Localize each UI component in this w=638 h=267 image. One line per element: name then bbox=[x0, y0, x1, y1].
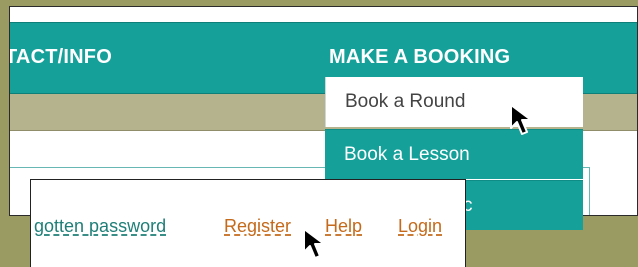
dropdown-book-a-lesson[interactable]: Book a Lesson bbox=[325, 129, 583, 179]
forgotten-password-link[interactable]: gotten password bbox=[34, 216, 166, 237]
mouse-cursor-icon bbox=[301, 227, 335, 261]
content-divider-vertical bbox=[589, 167, 590, 215]
login-link[interactable]: Login bbox=[398, 216, 442, 237]
dropdown-book-a-round[interactable]: Book a Round bbox=[325, 77, 583, 127]
nav-contact-info[interactable]: TACT/INFO bbox=[10, 46, 112, 69]
login-links-window: gotten password Register Help Login bbox=[30, 179, 466, 267]
mouse-cursor-icon bbox=[508, 103, 542, 137]
register-link[interactable]: Register bbox=[224, 216, 291, 237]
nav-make-a-booking[interactable]: MAKE A BOOKING bbox=[329, 46, 510, 69]
